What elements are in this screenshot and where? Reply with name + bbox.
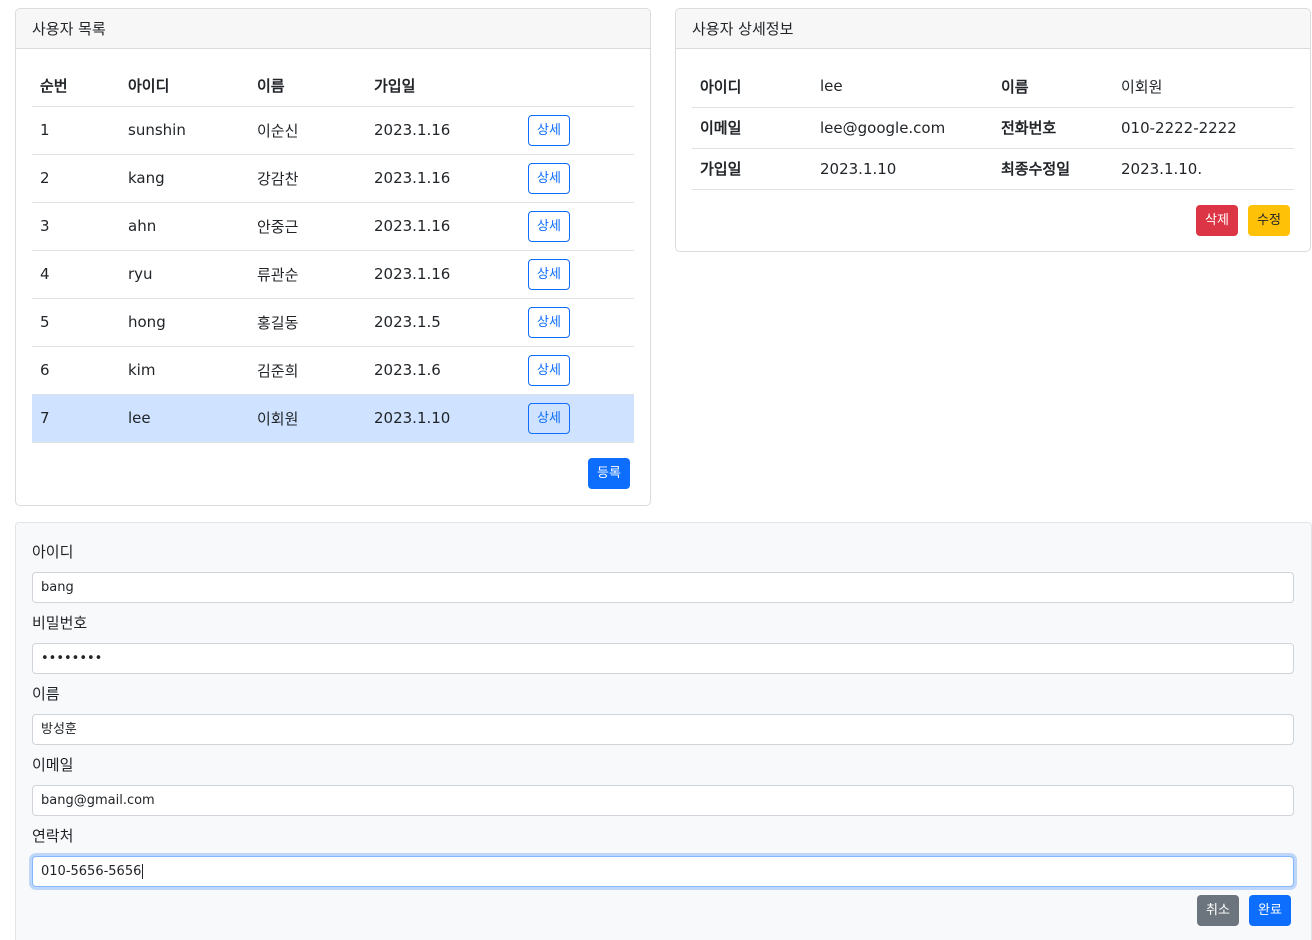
cell-id: ahn — [120, 202, 249, 251]
cell-date: 2023.1.5 — [366, 298, 520, 347]
cell-name: 안중근 — [249, 202, 366, 251]
cell-no: 3 — [32, 202, 120, 251]
detail-modified-label: 최종수정일 — [993, 148, 1113, 190]
user-form-panel: 아이디 bang 비밀번호 •••••••• 이름 방성훈 이메일 bang@g… — [15, 522, 1312, 940]
cell-name: 김준희 — [249, 346, 366, 395]
table-row[interactable]: 3 ahn 안중근 2023.1.16 상세 — [32, 202, 634, 251]
detail-button[interactable]: 상세 — [528, 402, 570, 434]
cell-no: 2 — [32, 154, 120, 203]
column-header-no: 순번 — [32, 66, 120, 107]
done-button[interactable]: 완료 — [1249, 895, 1291, 926]
cell-date: 2023.1.16 — [366, 106, 520, 155]
table-row[interactable]: 5 hong 홍길동 2023.1.5 상세 — [32, 298, 634, 347]
form-name-label: 이름 — [32, 685, 60, 703]
cancel-button[interactable]: 취소 — [1197, 895, 1239, 926]
detail-button[interactable]: 상세 — [528, 114, 570, 146]
detail-button[interactable]: 상세 — [528, 210, 570, 242]
detail-email-value: lee@google.com — [812, 107, 993, 149]
cell-no: 4 — [32, 250, 120, 299]
cell-id: ryu — [120, 250, 249, 299]
cell-name: 홍길동 — [249, 298, 366, 347]
cell-date: 2023.1.16 — [366, 154, 520, 203]
detail-name-value: 이회원 — [1113, 66, 1294, 108]
table-row-selected[interactable]: 7 lee 이회원 2023.1.10 상세 — [32, 394, 634, 443]
email-input[interactable]: bang@gmail.com — [32, 785, 1294, 816]
cell-no: 6 — [32, 346, 120, 395]
detail-email-label: 이메일 — [692, 107, 812, 149]
column-header-name: 이름 — [249, 66, 366, 107]
table-row[interactable]: 1 sunshin 이순신 2023.1.16 상세 — [32, 106, 634, 155]
detail-joined-value: 2023.1.10 — [812, 148, 993, 190]
detail-id-value: lee — [812, 66, 993, 108]
user-list-table: 순번 아이디 이름 가입일 1 sunshin 이순신 2023.1.16 상세… — [32, 66, 634, 443]
cell-name: 이회원 — [249, 394, 366, 443]
cell-date: 2023.1.16 — [366, 202, 520, 251]
cell-date: 2023.1.6 — [366, 346, 520, 395]
detail-button[interactable]: 상세 — [528, 162, 570, 194]
user-list-title: 사용자 목록 — [16, 9, 650, 49]
detail-joined-label: 가입일 — [692, 148, 812, 190]
detail-name-label: 이름 — [993, 66, 1113, 108]
cell-id: kim — [120, 346, 249, 395]
detail-row: 이메일 lee@google.com 전화번호 010-2222-2222 — [692, 107, 1294, 149]
user-detail-title: 사용자 상세정보 — [676, 9, 1310, 49]
password-input[interactable]: •••••••• — [32, 643, 1294, 674]
cell-id: kang — [120, 154, 249, 203]
cell-no: 7 — [32, 394, 120, 443]
detail-modified-value: 2023.1.10. — [1113, 148, 1294, 190]
form-email-label: 이메일 — [32, 756, 74, 774]
cell-name: 이순신 — [249, 106, 366, 155]
cell-id: hong — [120, 298, 249, 347]
form-id-label: 아이디 — [32, 543, 74, 561]
user-list-card: 사용자 목록 순번 아이디 이름 가입일 1 sunshin 이순신 2023.… — [15, 8, 651, 506]
id-input[interactable]: bang — [32, 572, 1294, 603]
cell-no: 5 — [32, 298, 120, 347]
column-header-action — [520, 66, 634, 107]
cell-id: sunshin — [120, 106, 249, 155]
detail-id-label: 아이디 — [692, 66, 812, 108]
column-header-date: 가입일 — [366, 66, 520, 107]
detail-row: 가입일 2023.1.10 최종수정일 2023.1.10. — [692, 148, 1294, 190]
detail-phone-label: 전화번호 — [993, 107, 1113, 149]
user-detail-table: 아이디 lee 이름 이회원 이메일 lee@google.com 전화번호 0… — [692, 66, 1294, 190]
table-header-row: 순번 아이디 이름 가입일 — [32, 66, 634, 107]
edit-button[interactable]: 수정 — [1248, 205, 1290, 236]
name-input[interactable]: 방성훈 — [32, 714, 1294, 745]
cell-id: lee — [120, 394, 249, 443]
contact-input-text: 010-5656-5656 — [41, 864, 142, 879]
contact-input[interactable]: 010-5656-5656 — [32, 856, 1294, 887]
text-caret — [142, 864, 144, 879]
cell-date: 2023.1.16 — [366, 250, 520, 299]
table-row[interactable]: 4 ryu 류관순 2023.1.16 상세 — [32, 250, 634, 299]
form-contact-label: 연락처 — [32, 827, 74, 845]
table-row[interactable]: 2 kang 강감찬 2023.1.16 상세 — [32, 154, 634, 203]
table-row[interactable]: 6 kim 김준희 2023.1.6 상세 — [32, 346, 634, 395]
delete-button[interactable]: 삭제 — [1196, 205, 1238, 236]
column-header-id: 아이디 — [120, 66, 249, 107]
form-password-label: 비밀번호 — [32, 614, 88, 632]
cell-no: 1 — [32, 106, 120, 155]
register-button[interactable]: 등록 — [588, 458, 630, 489]
detail-phone-value: 010-2222-2222 — [1113, 107, 1294, 149]
user-detail-card: 사용자 상세정보 아이디 lee 이름 이회원 이메일 lee@google.c… — [675, 8, 1311, 252]
cell-date: 2023.1.10 — [366, 394, 520, 443]
detail-row: 아이디 lee 이름 이회원 — [692, 66, 1294, 108]
cell-name: 강감찬 — [249, 154, 366, 203]
cell-name: 류관순 — [249, 250, 366, 299]
detail-button[interactable]: 상세 — [528, 354, 570, 386]
detail-button[interactable]: 상세 — [528, 306, 570, 338]
detail-button[interactable]: 상세 — [528, 258, 570, 290]
